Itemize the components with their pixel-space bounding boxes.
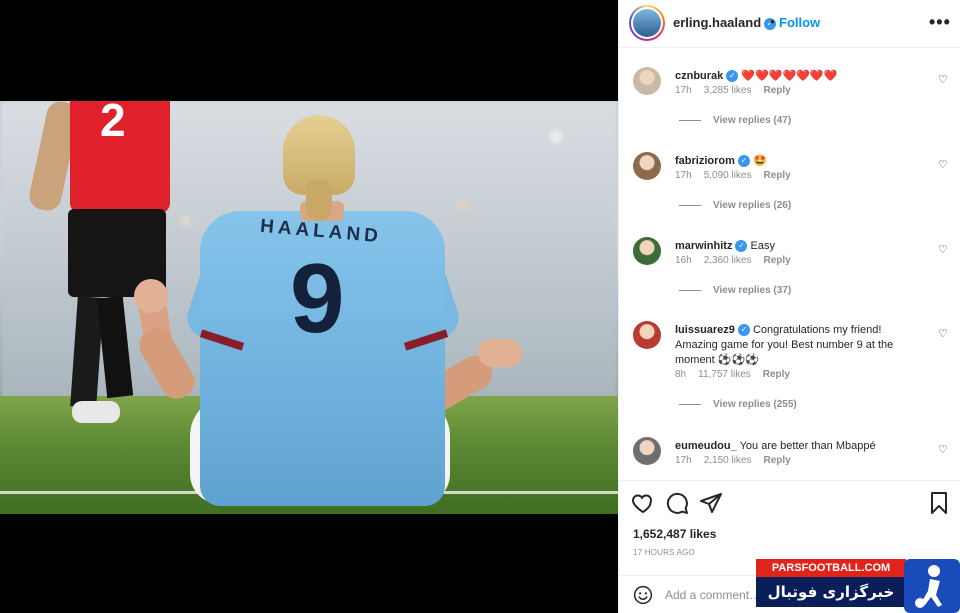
- comment-time[interactable]: 17h: [675, 85, 692, 96]
- smile-icon[interactable]: [633, 585, 653, 605]
- reply-button[interactable]: Reply: [764, 85, 791, 96]
- comment-meta: 17h 5,090 likes Reply: [675, 170, 803, 181]
- verified-icon: ✓: [726, 70, 739, 83]
- comment-text-block: eumeudou_ You are better than Mbappé: [675, 439, 925, 454]
- bg-player-boot: [72, 401, 120, 423]
- view-replies-line: [679, 289, 701, 291]
- comment-username[interactable]: eumeudou_: [675, 440, 737, 452]
- player-hand-right: [478, 339, 522, 367]
- comment-body: You are better than Mbappé: [739, 440, 876, 452]
- heart-icon[interactable]: ♡: [938, 243, 948, 256]
- post-photo[interactable]: 2 9 HAALAND 9: [0, 101, 618, 514]
- reply-button[interactable]: Reply: [764, 255, 791, 266]
- reply-button[interactable]: Reply: [763, 369, 790, 380]
- view-replies-label[interactable]: View replies (37): [713, 285, 791, 296]
- comment-icon[interactable]: [665, 491, 689, 515]
- comment-time[interactable]: 17h: [675, 455, 692, 466]
- heart-icon[interactable]: ♡: [938, 327, 948, 340]
- view-replies-button[interactable]: View replies (47): [679, 115, 791, 126]
- watermark-badge: [904, 559, 960, 613]
- verified-icon: ✓: [737, 155, 750, 168]
- reply-button[interactable]: Reply: [764, 455, 791, 466]
- verified-icon: ✓: [737, 324, 750, 337]
- bg-player-number: 2: [100, 101, 126, 146]
- follow-button[interactable]: Follow: [779, 15, 820, 30]
- heart-icon[interactable]: ♡: [938, 73, 948, 86]
- comment-text-block: marwinhitz ✓ Easy: [675, 239, 925, 254]
- heart-icon[interactable]: ♡: [938, 443, 948, 456]
- view-replies-label[interactable]: View replies (26): [713, 200, 791, 211]
- comment-text-block: fabriziorom ✓ 🤩: [675, 154, 925, 169]
- separator-dot: •: [770, 14, 775, 29]
- comment-likes[interactable]: 5,090 likes: [704, 170, 752, 181]
- comment-meta: 8h 11,757 likes Reply: [675, 369, 802, 380]
- view-replies-line: [679, 119, 701, 121]
- post-sidebar: erling.haaland ✓ • Follow ••• cznburak ✓ ❤…: [618, 0, 960, 613]
- comment-body: Easy: [750, 240, 775, 252]
- watermark-top-text: PARSFOOTBALL.COM: [756, 559, 906, 577]
- share-icon[interactable]: [699, 491, 723, 515]
- avatar[interactable]: [633, 67, 661, 95]
- comment-body: ❤️❤️❤️❤️❤️❤️❤️: [741, 70, 838, 82]
- post-username[interactable]: erling.haaland ✓: [673, 15, 777, 30]
- comment-time[interactable]: 17h: [675, 170, 692, 181]
- view-replies-line: [679, 403, 701, 405]
- avatar[interactable]: [633, 321, 661, 349]
- heart-icon[interactable]: ♡: [938, 158, 948, 171]
- bookmark-icon[interactable]: [927, 491, 951, 515]
- verified-icon: ✓: [735, 240, 748, 253]
- comment-time[interactable]: 8h: [675, 369, 686, 380]
- comment-meta: 17h 3,285 likes Reply: [675, 85, 803, 96]
- avatar-image: [633, 9, 661, 37]
- post-header: erling.haaland ✓ • Follow •••: [619, 0, 960, 48]
- avatar[interactable]: [633, 437, 661, 465]
- comment-text-block: cznburak ✓ ❤️❤️❤️❤️❤️❤️❤️: [675, 69, 925, 84]
- watermark-player-icon: [915, 565, 942, 608]
- view-replies-button[interactable]: View replies (255): [679, 399, 797, 410]
- watermark-logo: PARSFOOTBALL.COM خبرگزاری فوتبال ایران: [756, 559, 960, 613]
- avatar[interactable]: [629, 5, 665, 41]
- comment-likes[interactable]: 11,757 likes: [698, 369, 751, 380]
- heart-icon[interactable]: [631, 491, 655, 515]
- post-timestamp[interactable]: 17 HOURS AGO: [633, 548, 695, 557]
- view-replies-line: [679, 204, 701, 206]
- comment-likes[interactable]: 2,360 likes: [704, 255, 752, 266]
- comment-meta: 16h 2,360 likes Reply: [675, 255, 803, 266]
- reply-button[interactable]: Reply: [764, 170, 791, 181]
- username-text[interactable]: erling.haaland: [673, 15, 761, 30]
- likes-count[interactable]: 1,652,487 likes: [633, 527, 716, 541]
- avatar[interactable]: [633, 237, 661, 265]
- player-hand-left: [134, 279, 168, 313]
- view-replies-button[interactable]: View replies (37): [679, 285, 791, 296]
- player-ponytail: [306, 179, 332, 221]
- player-shirt-number: 9: [290, 243, 345, 353]
- comment-meta: 17h 2,150 likes Reply: [675, 455, 803, 466]
- comment-username[interactable]: cznburak: [675, 70, 723, 82]
- comment-username[interactable]: fabriziorom: [675, 155, 735, 167]
- post-media[interactable]: 2 9 HAALAND 9: [0, 0, 618, 613]
- more-icon[interactable]: •••: [929, 12, 951, 33]
- avatar[interactable]: [633, 152, 661, 180]
- view-replies-label[interactable]: View replies (47): [713, 115, 791, 126]
- view-replies-label[interactable]: View replies (255): [713, 399, 797, 410]
- watermark-bottom-text: خبرگزاری فوتبال ایران: [756, 577, 906, 607]
- comment-likes[interactable]: 2,150 likes: [704, 455, 752, 466]
- comment-username[interactable]: marwinhitz: [675, 240, 732, 252]
- comment-body: 🤩: [752, 155, 767, 167]
- comments-list[interactable]: cznburak ✓ ❤️❤️❤️❤️❤️❤️❤️ ♡ 17h 3,285 likes R…: [619, 49, 960, 479]
- comment-text-block: luissuarez9 ✓ Congratulations my friend! …: [675, 323, 925, 368]
- comment-time[interactable]: 16h: [675, 255, 692, 266]
- view-replies-button[interactable]: View replies (26): [679, 200, 791, 211]
- comment-likes[interactable]: 3,285 likes: [704, 85, 752, 96]
- comment-username[interactable]: luissuarez9: [675, 324, 735, 336]
